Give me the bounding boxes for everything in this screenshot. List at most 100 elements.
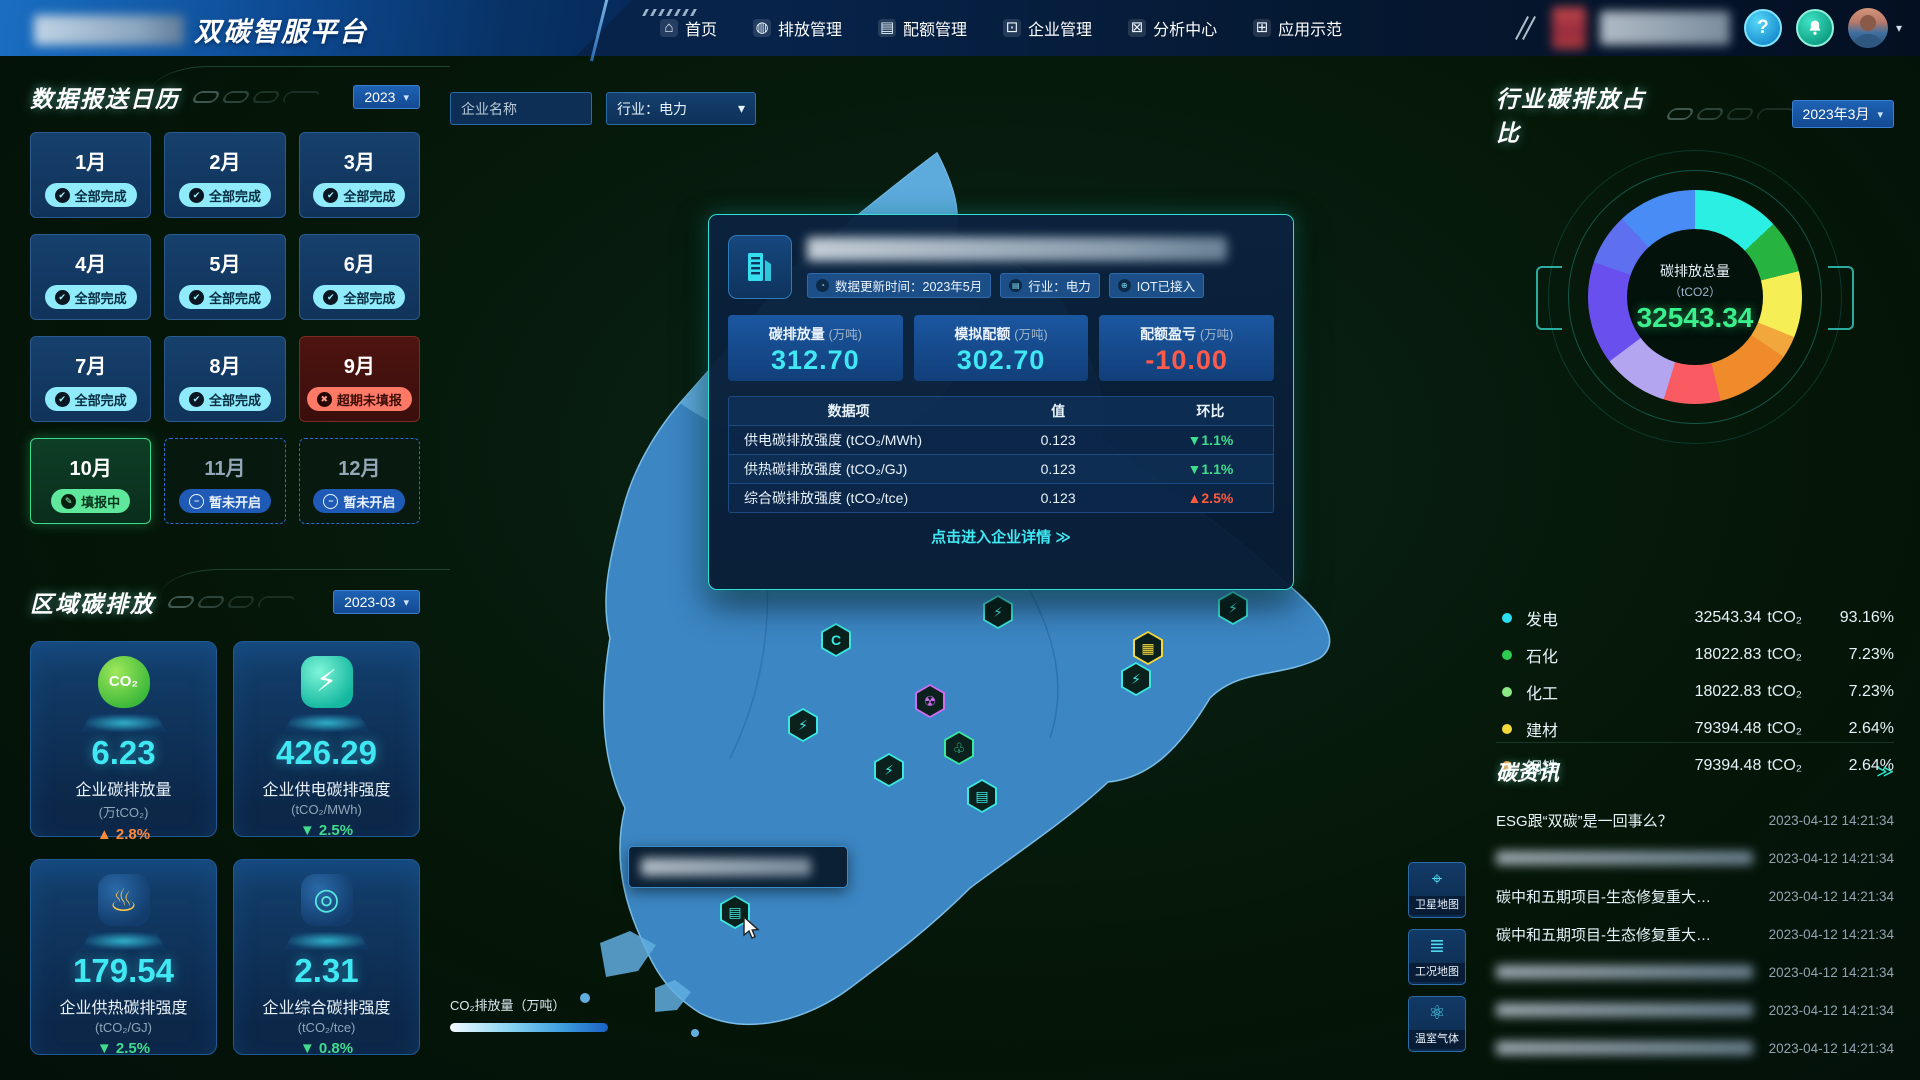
map-layer-buttons: ⌖ 卫星地图 ≣ 工况地图 ⚛ 温室气体 xyxy=(1408,862,1466,1052)
calendar-month-card[interactable]: 4月 ✔ 全部完成 xyxy=(30,234,151,320)
metric-name: 供热碳排放强度 (tCO₂/GJ) xyxy=(729,459,968,479)
news-item[interactable]: 2023-04-12 14:21:34 xyxy=(1496,991,1894,1029)
enterprise-detail-link[interactable]: 点击进入企业详情 ≫ xyxy=(728,526,1274,547)
status-icon: ✔ xyxy=(323,188,338,203)
legend-industry-name: 建材 xyxy=(1526,717,1612,741)
nav-menu-item[interactable]: ⊡ 企业管理 xyxy=(1003,16,1092,40)
calendar-month-card[interactable]: 11月 − 暂未开启 xyxy=(164,438,285,524)
calendar-month-card[interactable]: 8月 ✔ 全部完成 xyxy=(164,336,285,422)
news-item-time: 2023-04-12 14:21:34 xyxy=(1729,927,1894,942)
month-label: 6月 xyxy=(300,248,419,277)
calendar-month-card[interactable]: 6月 ✔ 全部完成 xyxy=(299,234,420,320)
legend-value: 32543.34 xyxy=(1612,609,1761,627)
status-text: 全部完成 xyxy=(343,288,395,307)
stat-label: 企业综合碳排强度 xyxy=(234,994,419,1018)
calendar-month-card[interactable]: 2月 ✔ 全部完成 xyxy=(164,132,285,218)
company-name-redacted xyxy=(807,237,1227,261)
layer-button-icon: ≣ xyxy=(1429,936,1445,957)
nav-menu-item[interactable]: ◍ 排放管理 xyxy=(753,16,842,40)
popup-stat-unit: (万吨) xyxy=(1014,328,1047,342)
news-item[interactable]: 2023-04-12 14:21:34 xyxy=(1496,1029,1894,1067)
table-header: 值 xyxy=(968,401,1148,421)
stat-delta: ▼ 0.8% xyxy=(234,1040,419,1057)
month-status-badge: ✔ 全部完成 xyxy=(179,183,271,207)
news-item[interactable]: 碳中和五期项目-生态修复重大工程 2023-04-12 14:21:34 xyxy=(1496,915,1894,953)
legend-unit: tCO₂ xyxy=(1767,720,1802,738)
data-submission-calendar-panel: 数据报送日历 2023 ▾ 1月 ✔ 全部完成 2月 ✔ 全部完成 3月 xyxy=(30,80,420,524)
calendar-month-card[interactable]: 3月 ✔ 全部完成 xyxy=(299,132,420,218)
map-filterbar: 行业：电力 ▾ xyxy=(450,92,756,125)
month-status-badge: ✔ 全部完成 xyxy=(179,285,271,309)
month-status-badge: ✔ 全部完成 xyxy=(313,285,405,309)
news-item-title: 碳中和五期项目-生态修复重大工程 xyxy=(1496,924,1729,945)
month-label: 7月 xyxy=(31,350,150,379)
metric-name: 供电碳排放强度 (tCO₂/MWh) xyxy=(729,430,968,450)
stat-label: 企业供热碳排强度 xyxy=(31,994,216,1018)
status-icon: ✔ xyxy=(55,392,70,407)
news-item[interactable]: 2023-04-12 14:21:34 xyxy=(1496,953,1894,991)
map-layer-button[interactable]: ≣ 工况地图 xyxy=(1408,929,1466,985)
status-icon: ✔ xyxy=(189,392,204,407)
popup-stat-label: 碳排放量 xyxy=(769,326,825,342)
help-button[interactable]: ? xyxy=(1744,9,1782,47)
industry-donut-chart[interactable]: 碳排放总量 （tCO2） 32543.34 xyxy=(1496,148,1894,593)
month-status-badge: ✎ 填报中 xyxy=(51,489,130,513)
nav-menu-item[interactable]: ▤ 配额管理 xyxy=(878,16,967,40)
layer-button-icon: ⌖ xyxy=(1432,869,1443,890)
map-emission-legend: CO₂排放量（万吨） xyxy=(450,995,620,1037)
legend-row: 石化 18022.83 tCO₂ 7.23% xyxy=(1496,636,1894,673)
region-stat-card: ⚡ 426.29 企业供电碳排强度 (tCO₂/MWh) ▼ 2.5% xyxy=(233,641,420,837)
nav-menu-item[interactable]: ⌂ 首页 xyxy=(660,16,717,40)
region-stat-card: ◎ 2.31 企业综合碳排强度 (tCO₂/tce) ▼ 0.8% xyxy=(233,859,420,1055)
tooltip-text-redacted xyxy=(641,858,811,876)
legend-percent: 2.64% xyxy=(1802,720,1894,738)
month-label: 5月 xyxy=(165,248,284,277)
nav-menu-item[interactable]: ⊠ 分析中心 xyxy=(1128,16,1217,40)
calendar-month-card[interactable]: 9月 ✖ 超期未填报 xyxy=(299,336,420,422)
icon-pedestal-glow xyxy=(81,714,167,732)
company-search-input[interactable] xyxy=(450,92,592,125)
legend-value: 79394.48 xyxy=(1612,720,1761,738)
nav-menu-item[interactable]: ⊞ 应用示范 xyxy=(1253,16,1342,40)
map-tooltip xyxy=(628,846,848,888)
status-icon: ✔ xyxy=(55,188,70,203)
partner-text-redacted xyxy=(1600,11,1730,45)
avatar-caret-icon[interactable]: ▾ xyxy=(1896,21,1902,35)
nav-item-icon: ⊠ xyxy=(1128,19,1146,37)
legend-percent: 93.16% xyxy=(1802,609,1894,627)
map-layer-button[interactable]: ⚛ 温室气体 xyxy=(1408,996,1466,1052)
news-item[interactable]: 2023-04-12 14:21:34 xyxy=(1496,839,1894,877)
status-icon: ✔ xyxy=(189,290,204,305)
month-status-badge: ✔ 全部完成 xyxy=(45,387,137,411)
news-item[interactable]: ESG跟“双碳”是一回事么？ 2023-04-12 14:21:34 xyxy=(1496,801,1894,839)
news-item[interactable]: 碳中和五期项目-生态修复重大工程... 2023-04-12 14:21:34 xyxy=(1496,877,1894,915)
industry-select[interactable]: 行业：电力 ▾ xyxy=(606,92,756,125)
news-title-redacted xyxy=(1496,1003,1753,1017)
industry-period-dropdown[interactable]: 2023年3月 ▾ xyxy=(1792,100,1894,128)
news-item-time: 2023-04-12 14:21:34 xyxy=(1753,851,1894,866)
stat-unit: (万tCO₂) xyxy=(31,802,216,821)
navbar-slashes-decoration xyxy=(1521,15,1530,41)
calendar-month-card[interactable]: 1月 ✔ 全部完成 xyxy=(30,132,151,218)
map-layer-button[interactable]: ⌖ 卫星地图 xyxy=(1408,862,1466,918)
legend-percent: 7.23% xyxy=(1802,683,1894,701)
region-panel-title: 区域碳排放 xyxy=(30,585,155,619)
notifications-button[interactable] xyxy=(1796,9,1834,47)
clock-icon: ◔ xyxy=(816,279,829,292)
calendar-month-card[interactable]: 7月 ✔ 全部完成 xyxy=(30,336,151,422)
calendar-month-card[interactable]: 5月 ✔ 全部完成 xyxy=(164,234,285,320)
popup-stat-unit: (万吨) xyxy=(829,328,862,342)
calendar-month-card[interactable]: 10月 ✎ 填报中 xyxy=(30,438,151,524)
status-text: 全部完成 xyxy=(75,186,127,205)
industry-period-value: 2023年3月 xyxy=(1803,104,1870,124)
nav-item-label: 企业管理 xyxy=(1028,16,1092,40)
calendar-month-card[interactable]: 12月 − 暂未开启 xyxy=(299,438,420,524)
news-item-time: 2023-04-12 14:21:34 xyxy=(1729,889,1894,904)
news-more-link[interactable]: ≫ xyxy=(1876,762,1894,782)
table-row: 综合碳排放强度 (tCO₂/tce) 0.123 ▲2.5% xyxy=(729,483,1273,512)
regional-carbon-panel: 区域碳排放 2023-03 ▾ CO₂ 6.23 企业碳排放量 (万tCO₂) … xyxy=(30,585,420,1055)
user-avatar[interactable] xyxy=(1848,8,1888,48)
nav-item-label: 排放管理 xyxy=(778,16,842,40)
nav-item-icon: ◍ xyxy=(753,19,771,37)
layer-button-label: 工况地图 xyxy=(1409,963,1465,982)
